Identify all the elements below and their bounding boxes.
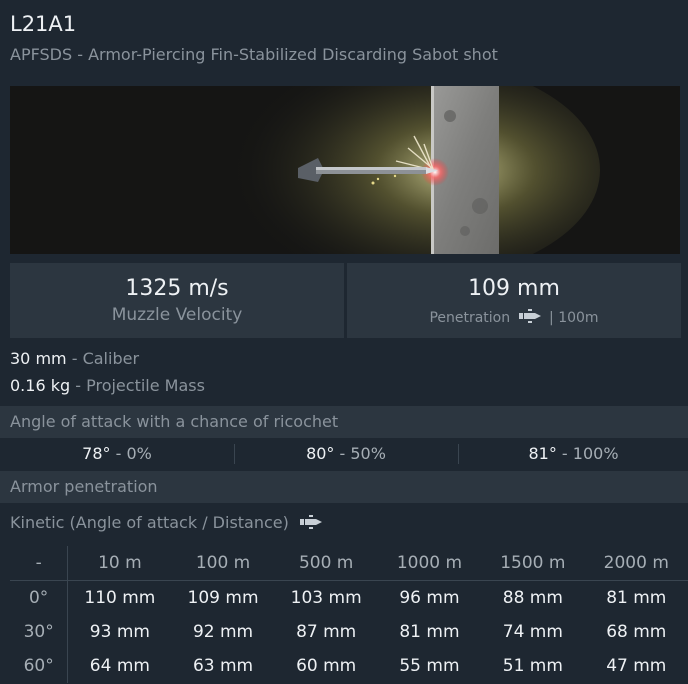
armor-penetration-header-label: Armor penetration (10, 477, 158, 496)
penetration-cell: 93 mm (89, 622, 150, 642)
penetration-cell: 81 mm (399, 622, 460, 642)
penetration-cell: 87 mm (296, 622, 357, 642)
ricochet-angle: 81° (528, 444, 557, 463)
projectile-mass-value: 0.16 kg (10, 376, 71, 395)
penetration-cell: 103 mm (290, 588, 362, 608)
penetration-distance: | 100m (549, 310, 599, 326)
caliber-value: 30 mm (10, 349, 67, 368)
angle-cell: 30° (10, 615, 69, 649)
ricochet-chance: - 50% (339, 444, 386, 463)
penetration-cell: 74 mm (502, 622, 563, 642)
penetration-cell: 96 mm (399, 588, 460, 608)
ricochet-row: 78° - 0% 80° - 50% 81° - 100% (0, 440, 688, 468)
penetration-cell: 51 mm (502, 656, 563, 676)
table-row: 60° 64 mm 63 mm 60 mm 55 mm 51 mm 47 mm (10, 649, 688, 683)
distance-header: 1500 m (481, 546, 585, 581)
caliber-label: - Caliber (71, 349, 140, 368)
kinetic-label: Kinetic (Angle of attack / Distance) (10, 513, 289, 532)
penetration-cell: 81 mm (606, 588, 667, 608)
ricochet-cell: 81° - 100% (459, 444, 688, 463)
caliber-line: 30 mm - Caliber (10, 349, 139, 368)
penetration-cell: 68 mm (606, 622, 667, 642)
penetration-cell: 64 mm (89, 656, 150, 676)
shell-impact-preview (10, 86, 680, 254)
penetration-cell: 110 mm (84, 588, 156, 608)
penetration-cell: 92 mm (192, 622, 254, 642)
ricochet-cell: 80° - 50% (235, 444, 457, 463)
muzzle-velocity-panel: 1325 m/s Muzzle Velocity (10, 263, 344, 338)
penetration-cell: 88 mm (502, 588, 563, 608)
penetration-cell: 63 mm (192, 656, 254, 676)
penetration-value: 109 mm (468, 276, 560, 301)
ricochet-chance: - 100% (561, 444, 619, 463)
table-row: 0° 110 mm 109 mm 103 mm 96 mm 88 mm 81 m… (10, 580, 688, 615)
corner-cell: - (10, 546, 69, 581)
ricochet-chance: - 0% (115, 444, 152, 463)
distance-header: 100 m (171, 546, 275, 581)
angle-cell: 60° (10, 649, 69, 683)
penetration-cell: 47 mm (606, 656, 667, 676)
penetration-label: Penetration (429, 310, 511, 326)
ricochet-angle: 80° (306, 444, 335, 463)
kinetic-label-line: Kinetic (Angle of attack / Distance) (10, 513, 322, 533)
penetration-table-header-row: - 10 m 100 m 500 m 1000 m 1500 m 2000 m (10, 546, 688, 581)
distance-header: 2000 m (584, 546, 688, 581)
projectile-mass-label: - Projectile Mass (75, 376, 205, 395)
impact-illustration (10, 86, 680, 254)
penetration-cell: 55 mm (399, 656, 460, 676)
distance-header: 1000 m (377, 546, 482, 581)
ricochet-cell: 78° - 0% (0, 444, 234, 463)
angle-cell: 0° (10, 580, 69, 615)
table-row: 30° 93 mm 92 mm 87 mm 81 mm 74 mm 68 mm (10, 615, 688, 649)
shell-icon (518, 309, 541, 327)
shell-icon (299, 514, 322, 533)
distance-header: 10 m (67, 546, 172, 581)
shell-name: L21A1 (10, 12, 77, 36)
ricochet-section-header: Angle of attack with a chance of ricoche… (0, 406, 688, 438)
penetration-cell: 109 mm (187, 588, 259, 608)
shell-type-description: APFSDS - Armor-Piercing Fin-Stabilized D… (10, 45, 498, 64)
muzzle-velocity-value: 1325 m/s (125, 276, 229, 301)
armor-penetration-section-header: Armor penetration (0, 471, 688, 503)
muzzle-velocity-label: Muzzle Velocity (111, 305, 243, 325)
penetration-table: - 10 m 100 m 500 m 1000 m 1500 m 2000 m … (10, 546, 688, 683)
penetration-cell: 60 mm (296, 656, 357, 676)
penetration-caption: Penetration | 100m (347, 309, 681, 327)
ricochet-header-label: Angle of attack with a chance of ricoche… (10, 412, 339, 431)
ricochet-angle: 78° (82, 444, 111, 463)
projectile-mass-line: 0.16 kg - Projectile Mass (10, 376, 205, 395)
penetration-panel: 109 mm Penetration | 100m (347, 263, 681, 338)
distance-header: 500 m (274, 546, 378, 581)
